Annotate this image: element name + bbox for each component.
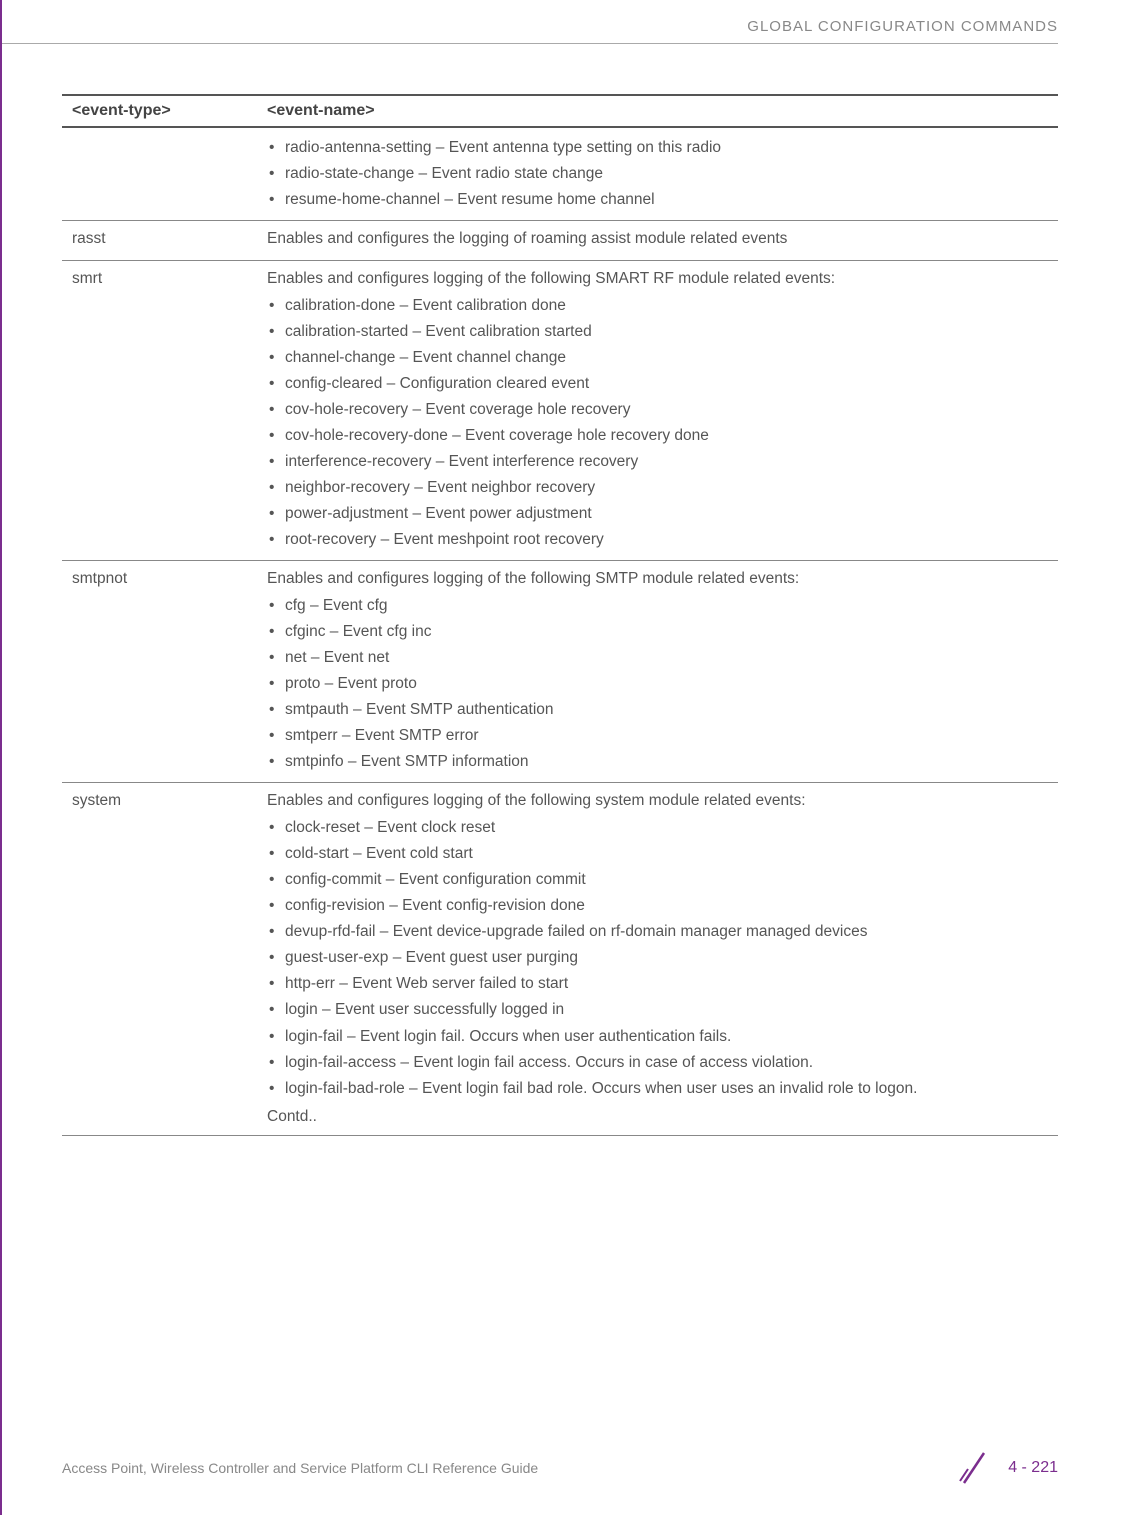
list-item: login-fail – Event login fail. Occurs wh… bbox=[267, 1025, 1048, 1049]
table-row: rasst Enables and configures the logging… bbox=[62, 221, 1058, 261]
content-area: <event-type> <event-name> radio-antenna-… bbox=[2, 44, 1128, 1136]
row-description: Enables and configures logging of the fo… bbox=[267, 567, 1048, 591]
cell-event-name: Enables and configures logging of the fo… bbox=[257, 261, 1058, 561]
footer-left-text: Access Point, Wireless Controller and Se… bbox=[62, 1460, 538, 1476]
list-item: root-recovery – Event meshpoint root rec… bbox=[267, 528, 1048, 552]
section-title: GLOBAL CONFIGURATION COMMANDS bbox=[747, 18, 1058, 35]
event-table: <event-type> <event-name> radio-antenna-… bbox=[62, 94, 1058, 1136]
cell-event-type: smrt bbox=[62, 261, 257, 561]
header-event-type: <event-type> bbox=[62, 95, 257, 127]
list-item: smtpinfo – Event SMTP information bbox=[267, 750, 1048, 774]
event-list: clock-reset – Event clock reset cold-sta… bbox=[267, 816, 1048, 1100]
list-item: clock-reset – Event clock reset bbox=[267, 816, 1048, 840]
cell-event-name: Enables and configures logging of the fo… bbox=[257, 561, 1058, 783]
list-item: radio-state-change – Event radio state c… bbox=[267, 162, 1048, 186]
list-item: config-revision – Event config-revision … bbox=[267, 894, 1048, 918]
list-item: cold-start – Event cold start bbox=[267, 842, 1048, 866]
list-item: guest-user-exp – Event guest user purgin… bbox=[267, 946, 1048, 970]
continued-marker: Contd.. bbox=[267, 1105, 1048, 1129]
event-list: calibration-done – Event calibration don… bbox=[267, 294, 1048, 552]
page-number: 4 - 221 bbox=[1008, 1459, 1058, 1477]
page-header: GLOBAL CONFIGURATION COMMANDS bbox=[2, 0, 1128, 43]
list-item: power-adjustment – Event power adjustmen… bbox=[267, 502, 1048, 526]
table-row: smtpnot Enables and configures logging o… bbox=[62, 561, 1058, 783]
event-list: cfg – Event cfg cfginc – Event cfg inc n… bbox=[267, 594, 1048, 774]
cell-event-type: rasst bbox=[62, 221, 257, 261]
list-item: smtpauth – Event SMTP authentication bbox=[267, 698, 1048, 722]
cell-event-type: smtpnot bbox=[62, 561, 257, 783]
list-item: login – Event user successfully logged i… bbox=[267, 998, 1048, 1022]
footer-right: 4 - 221 bbox=[958, 1449, 1058, 1487]
cell-event-name: radio-antenna-setting – Event antenna ty… bbox=[257, 127, 1058, 221]
list-item: neighbor-recovery – Event neighbor recov… bbox=[267, 476, 1048, 500]
list-item: calibration-started – Event calibration … bbox=[267, 320, 1048, 344]
table-row: system Enables and configures logging of… bbox=[62, 783, 1058, 1135]
list-item: cfg – Event cfg bbox=[267, 594, 1048, 618]
event-list: radio-antenna-setting – Event antenna ty… bbox=[267, 136, 1048, 212]
row-description: Enables and configures logging of the fo… bbox=[267, 267, 1048, 291]
list-item: proto – Event proto bbox=[267, 672, 1048, 696]
list-item: login-fail-access – Event login fail acc… bbox=[267, 1051, 1048, 1075]
row-description: Enables and configures the logging of ro… bbox=[267, 227, 1048, 251]
page-footer: Access Point, Wireless Controller and Se… bbox=[2, 1449, 1128, 1487]
table-row: radio-antenna-setting – Event antenna ty… bbox=[62, 127, 1058, 221]
list-item: channel-change – Event channel change bbox=[267, 346, 1048, 370]
list-item: config-commit – Event configuration comm… bbox=[267, 868, 1048, 892]
header-event-name: <event-name> bbox=[257, 95, 1058, 127]
list-item: smtperr – Event SMTP error bbox=[267, 724, 1048, 748]
list-item: login-fail-bad-role – Event login fail b… bbox=[267, 1077, 1048, 1101]
list-item: http-err – Event Web server failed to st… bbox=[267, 972, 1048, 996]
table-row: smrt Enables and configures logging of t… bbox=[62, 261, 1058, 561]
row-description: Enables and configures logging of the fo… bbox=[267, 789, 1048, 813]
cell-event-name: Enables and configures the logging of ro… bbox=[257, 221, 1058, 261]
list-item: interference-recovery – Event interferen… bbox=[267, 450, 1048, 474]
slash-icon bbox=[958, 1449, 990, 1487]
list-item: config-cleared – Configuration cleared e… bbox=[267, 372, 1048, 396]
table-header-row: <event-type> <event-name> bbox=[62, 95, 1058, 127]
page-container: GLOBAL CONFIGURATION COMMANDS <event-typ… bbox=[0, 0, 1128, 1515]
list-item: cfginc – Event cfg inc bbox=[267, 620, 1048, 644]
list-item: radio-antenna-setting – Event antenna ty… bbox=[267, 136, 1048, 160]
list-item: net – Event net bbox=[267, 646, 1048, 670]
list-item: cov-hole-recovery-done – Event coverage … bbox=[267, 424, 1048, 448]
list-item: devup-rfd-fail – Event device-upgrade fa… bbox=[267, 920, 1048, 944]
list-item: cov-hole-recovery – Event coverage hole … bbox=[267, 398, 1048, 422]
list-item: calibration-done – Event calibration don… bbox=[267, 294, 1048, 318]
cell-event-name: Enables and configures logging of the fo… bbox=[257, 783, 1058, 1135]
list-item: resume-home-channel – Event resume home … bbox=[267, 188, 1048, 212]
cell-event-type: system bbox=[62, 783, 257, 1135]
cell-event-type bbox=[62, 127, 257, 221]
